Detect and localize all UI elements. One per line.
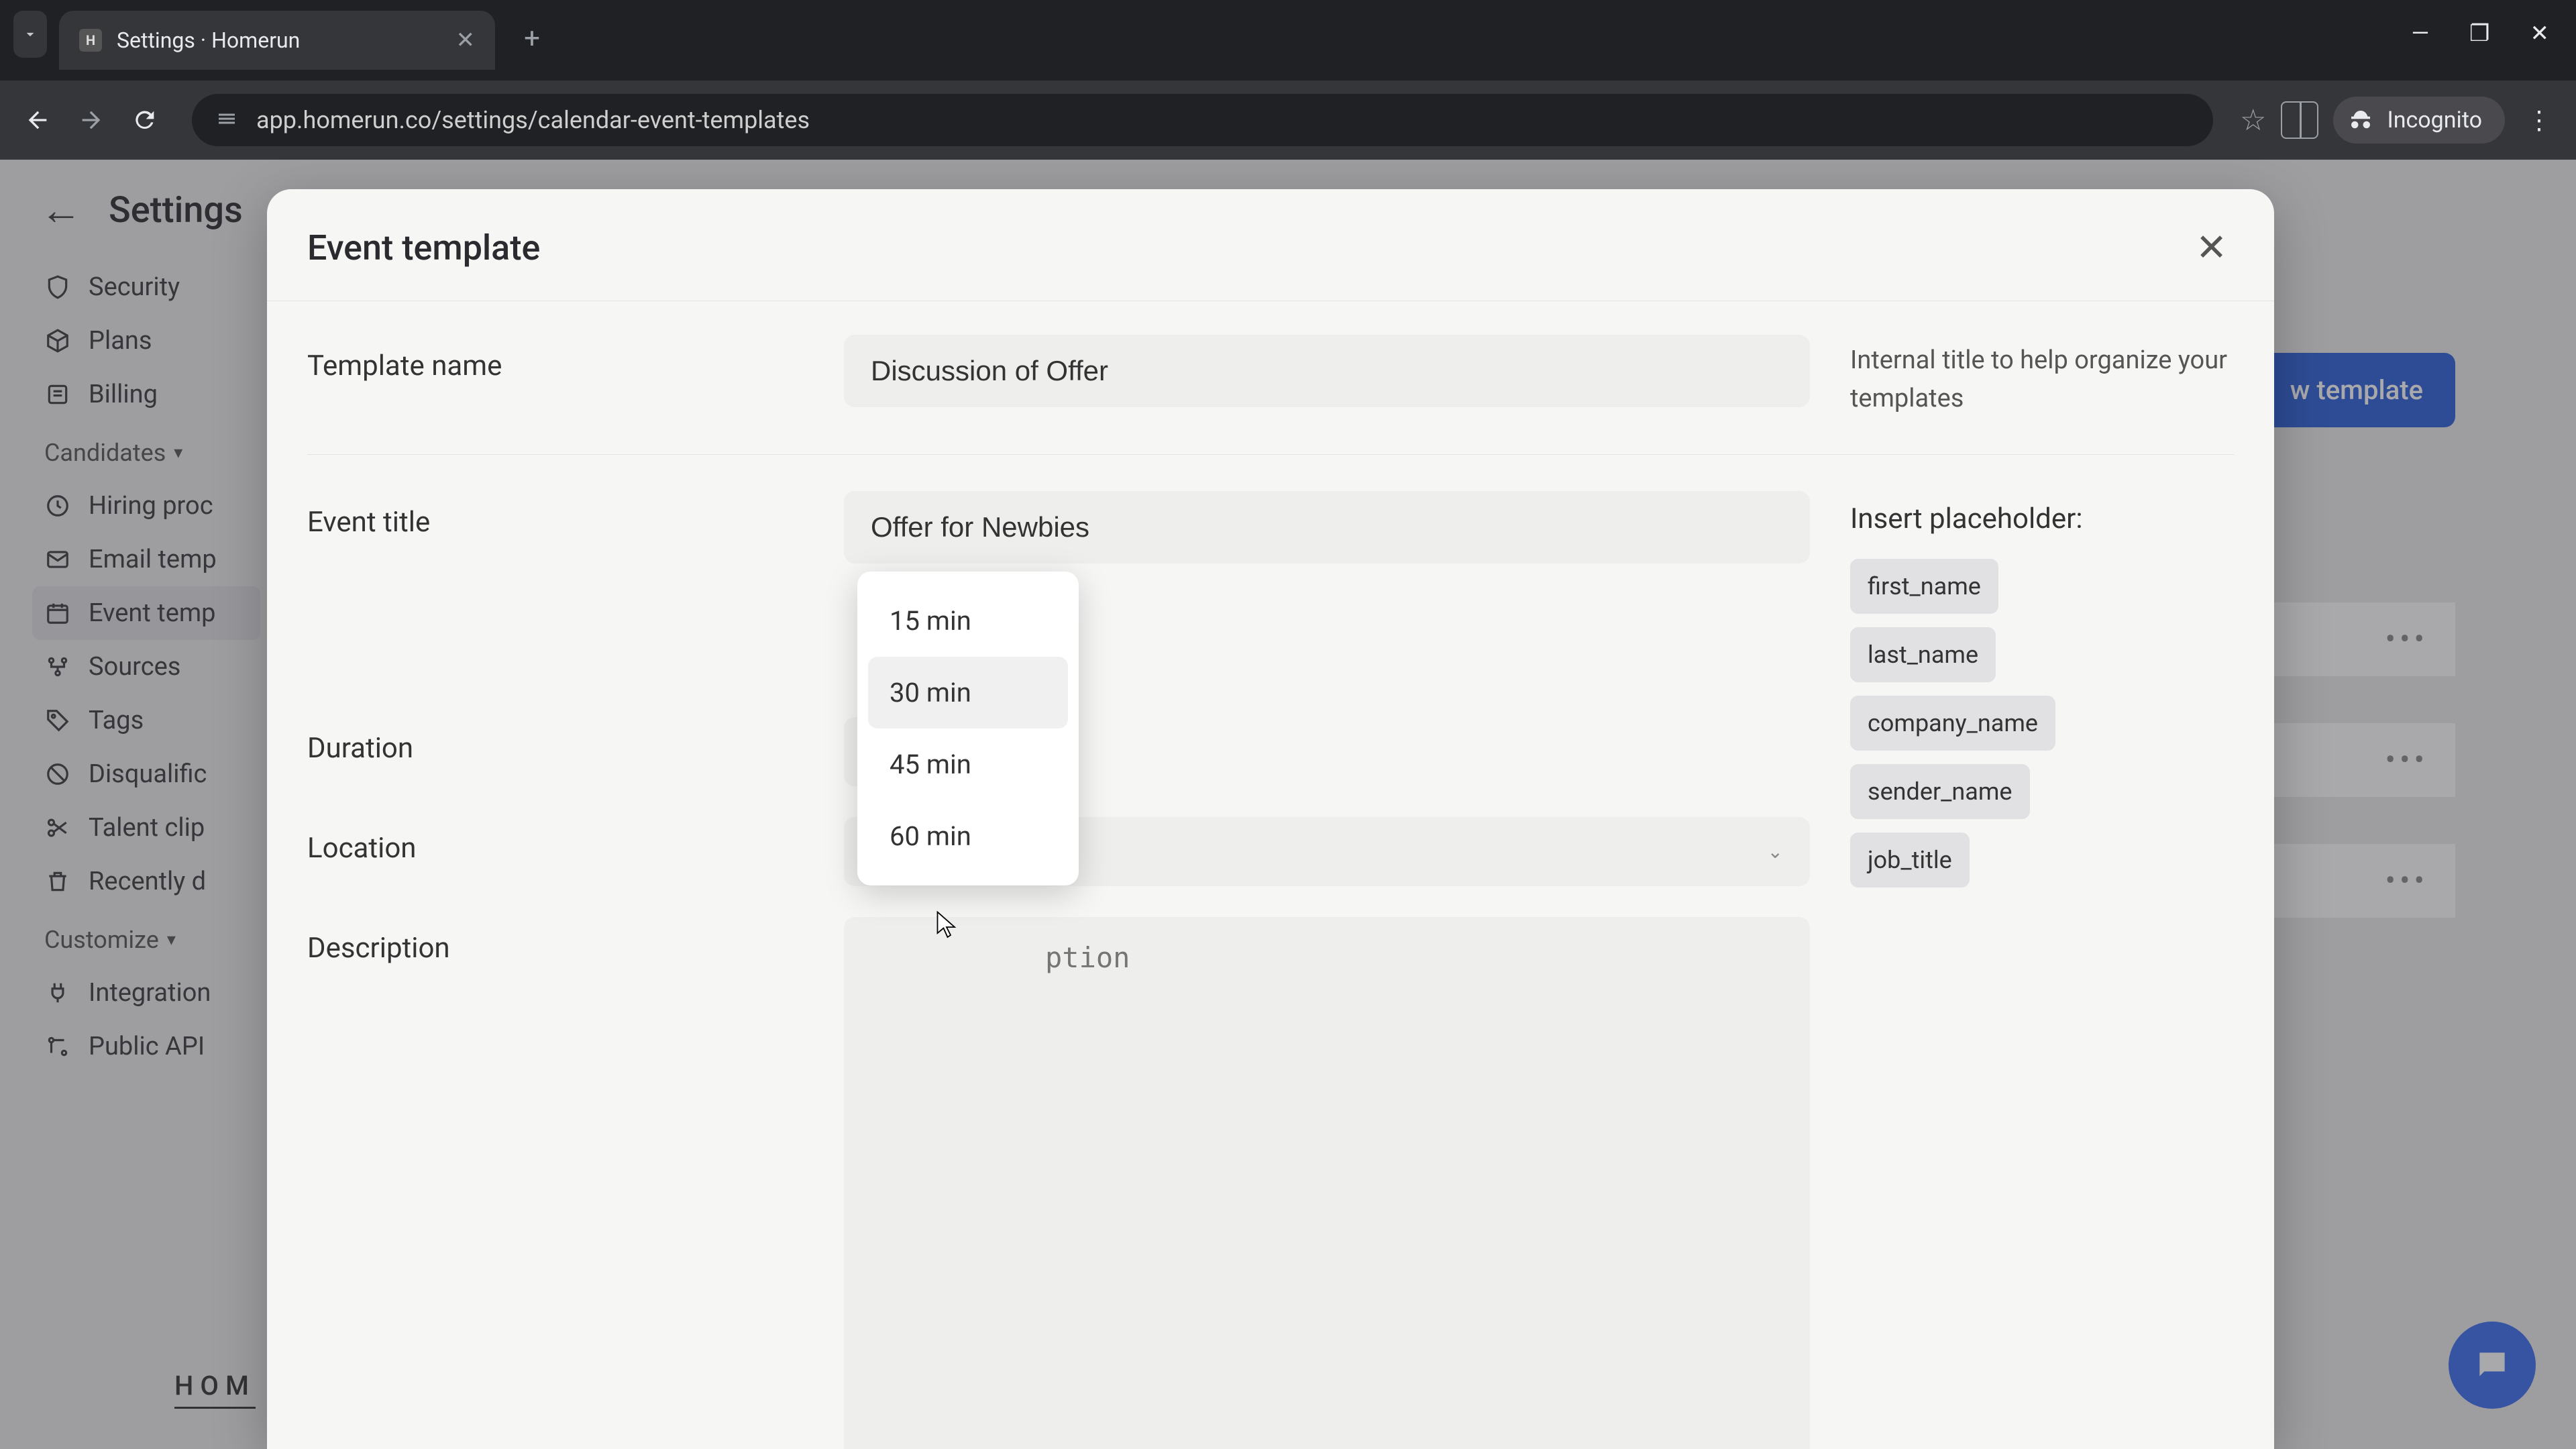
duration-option-30[interactable]: 30 min <box>868 657 1068 729</box>
incognito-badge[interactable]: Incognito <box>2333 97 2505 144</box>
modal-body: Template name Internal title to help org… <box>267 301 2274 1449</box>
window-controls: — ❐ ✕ <box>2411 20 2549 47</box>
duration-option-15[interactable]: 15 min <box>868 585 1068 657</box>
side-panel-button[interactable] <box>2281 101 2318 139</box>
site-info-icon[interactable] <box>215 107 239 133</box>
placeholder-label: Insert placeholder: <box>1850 498 2234 540</box>
app-viewport: ← Settings Security Plans Billing Candid… <box>0 160 2576 1449</box>
event-title-label: Event title <box>307 491 804 539</box>
browser-menu-button[interactable]: ⋮ <box>2520 105 2559 136</box>
modal-title: Event template <box>307 227 540 268</box>
new-tab-button[interactable]: + <box>515 21 549 55</box>
tab-close-icon[interactable]: ✕ <box>456 27 476 54</box>
template-name-hint: Internal title to help organize your tem… <box>1850 335 2234 418</box>
event-title-input[interactable] <box>844 491 1810 564</box>
incognito-label: Incognito <box>2387 107 2482 133</box>
browser-tab-strip: H Settings · Homerun ✕ + — ❐ ✕ <box>0 0 2576 80</box>
tab-title: Settings · Homerun <box>117 28 441 53</box>
tab-favicon: H <box>79 29 102 52</box>
browser-toolbar: app.homerun.co/settings/calendar-event-t… <box>0 80 2576 160</box>
template-name-label: Template name <box>307 335 804 382</box>
nav-back-button[interactable] <box>17 100 58 140</box>
duration-option-60[interactable]: 60 min <box>868 800 1068 872</box>
window-maximize-button[interactable]: ❐ <box>2469 20 2489 47</box>
placeholder-chip-last-name[interactable]: last_name <box>1850 627 1996 682</box>
template-name-input[interactable] <box>844 335 1810 407</box>
location-label: Location <box>307 817 804 865</box>
bookmark-star-icon[interactable]: ☆ <box>2240 103 2266 138</box>
modal-header: Event template ✕ <box>267 189 2274 301</box>
description-label: Description <box>307 917 804 965</box>
url-text: app.homerun.co/settings/calendar-event-t… <box>256 106 810 134</box>
placeholder-chip-job-title[interactable]: job_title <box>1850 833 1970 888</box>
incognito-icon <box>2347 106 2375 134</box>
duration-option-45[interactable]: 45 min <box>868 729 1068 800</box>
nav-forward-button[interactable] <box>71 100 111 140</box>
modal-close-button[interactable]: ✕ <box>2196 225 2227 270</box>
placeholder-chip-sender-name[interactable]: sender_name <box>1850 764 2030 819</box>
template-name-row: Template name Internal title to help org… <box>307 335 2234 455</box>
description-textarea[interactable] <box>844 917 1810 1449</box>
window-close-button[interactable]: ✕ <box>2530 20 2550 47</box>
nav-reload-button[interactable] <box>125 100 165 140</box>
tab-search-button[interactable] <box>13 11 47 58</box>
event-template-modal: Event template ✕ Template name Internal … <box>267 189 2274 1449</box>
duration-label: Duration <box>307 717 804 765</box>
placeholder-chip-first-name[interactable]: first_name <box>1850 559 1998 614</box>
browser-tab-active[interactable]: H Settings · Homerun ✕ <box>59 11 495 70</box>
window-minimize-button[interactable]: — <box>2411 20 2429 47</box>
url-bar[interactable]: app.homerun.co/settings/calendar-event-t… <box>192 94 2213 146</box>
description-row: Description <box>307 917 2234 1449</box>
duration-dropdown: 15 min 30 min 45 min 60 min <box>857 572 1079 885</box>
chevron-down-icon: ⌄ <box>1768 841 1783 863</box>
